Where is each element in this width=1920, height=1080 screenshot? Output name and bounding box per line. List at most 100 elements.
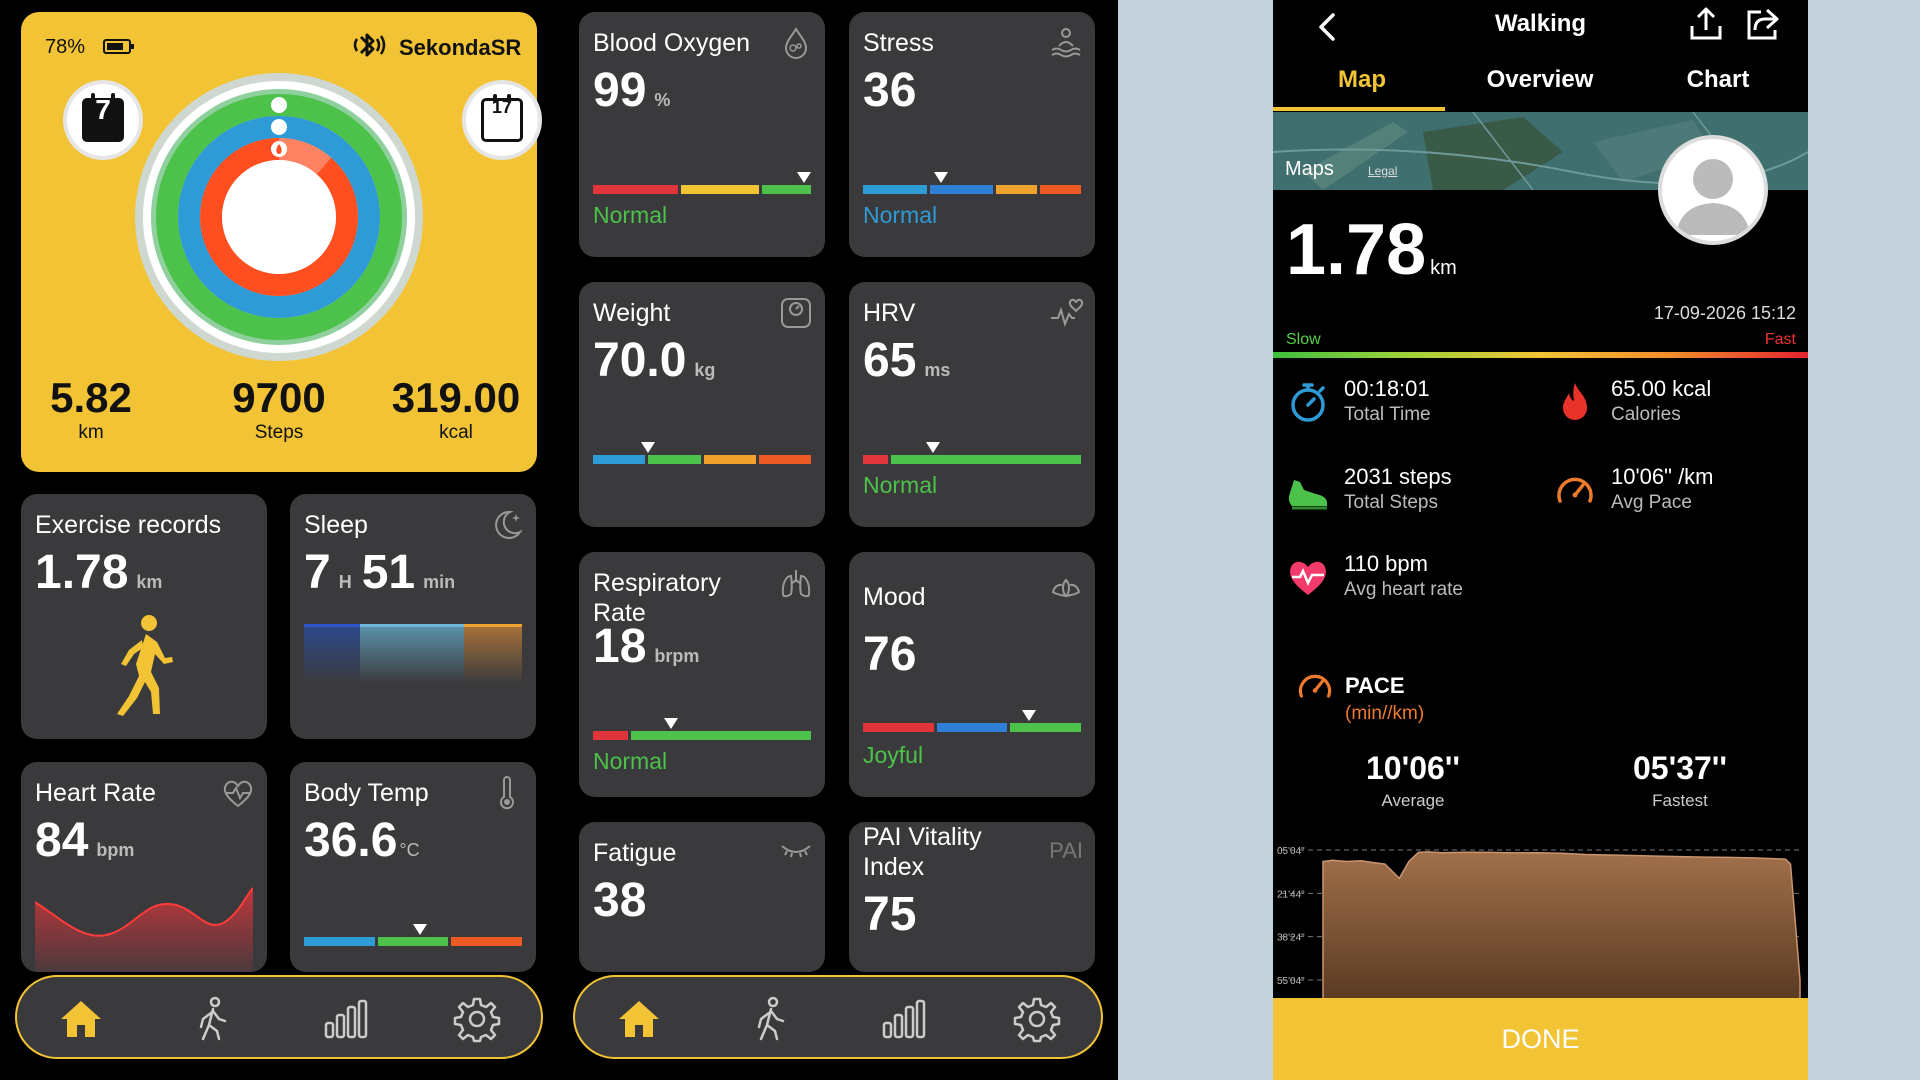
card-title: Fatigue <box>593 839 677 867</box>
steps-stat: 9700 Steps <box>209 374 349 444</box>
tab-map[interactable]: Map <box>1273 66 1451 94</box>
sleep-stage-deep <box>304 624 360 684</box>
respiratory-rate-card[interactable]: Respiratory Rate 18 brpm Normal <box>579 552 825 797</box>
settings-gear-icon[interactable] <box>453 995 501 1043</box>
home-icon[interactable] <box>57 995 105 1043</box>
blood-oxygen-marker <box>797 172 812 183</box>
heart-rate-value: 84 bpm <box>35 814 135 867</box>
pace-y-tick-label: 55'04" <box>1277 976 1305 987</box>
fatigue-card[interactable]: Fatigue 38 <box>579 822 825 972</box>
speed-gradient-bar <box>1273 352 1808 358</box>
avg-pace-value: 10'06" /km <box>1611 464 1714 489</box>
distance-unit: km <box>78 422 104 443</box>
upload-share-icon[interactable] <box>1688 6 1724 42</box>
pai-vitality-card[interactable]: PAI Vitality Index PAI 75 <box>849 822 1095 972</box>
maps-legal-link[interactable]: Legal <box>1368 164 1397 178</box>
total-steps-value: 2031 steps <box>1344 464 1452 489</box>
heart-rate-card[interactable]: Heart Rate 84 bpm <box>21 762 267 972</box>
card-title: Mood <box>863 583 926 611</box>
home-icon[interactable] <box>615 995 663 1043</box>
sleep-stage-awake <box>464 624 522 684</box>
bluetooth-icon <box>353 33 386 57</box>
water-drop-icon <box>784 27 808 59</box>
walk-datetime: 17-09-2026 15:12 <box>1653 303 1796 323</box>
tab-overview[interactable]: Overview <box>1451 66 1629 94</box>
user-silhouette-icon <box>1676 159 1750 235</box>
body-temp-value: 36.6 °C <box>304 814 420 867</box>
activity-summary-card[interactable]: 78% SekondaSR 7 17 5.82 km 9700 Steps 31… <box>21 12 538 472</box>
respiratory-value: 18 brpm <box>593 620 700 673</box>
settings-gear-icon[interactable] <box>1013 995 1061 1043</box>
exercise-records-card[interactable]: Exercise records 1.78 km <box>21 494 267 739</box>
distance-ring-icon <box>271 119 287 135</box>
calories-stat: 319.00 kcal <box>376 374 536 444</box>
flame-icon <box>1563 383 1587 420</box>
walking-header: Walking Map Overview Chart <box>1273 0 1808 112</box>
heart-rate-wave <box>35 887 253 972</box>
heart-pulse-icon <box>223 780 253 808</box>
bottom-nav-bar <box>15 975 543 1059</box>
total-time-label: Total Time <box>1344 404 1431 425</box>
pace-area-chart: 05'04" 21'44" 38'24" 55'04" <box>1277 846 1801 1000</box>
mood-status: Joyful <box>863 742 924 768</box>
avg-heart-rate-value: 110 bpm <box>1344 551 1428 576</box>
forward-share-icon[interactable] <box>1745 6 1781 42</box>
stress-value: 36 <box>863 64 917 117</box>
sleep-value: 7 H 51 min <box>304 546 456 599</box>
pace-y-tick-label: 21'44" <box>1277 889 1305 900</box>
stats-chart-icon[interactable] <box>322 995 370 1043</box>
calendar-month-day-label: 17 <box>491 97 513 117</box>
sleep-card[interactable]: Sleep 7 H 51 min <box>290 494 536 739</box>
hrv-card[interactable]: HRV 65 ms Normal <box>849 282 1095 527</box>
pai-icon: PAI <box>1049 838 1083 863</box>
heart-wave-icon <box>1051 298 1083 328</box>
monthly-calendar-button[interactable]: 17 <box>466 84 538 156</box>
stress-card[interactable]: Stress 36 Normal <box>849 12 1095 257</box>
pace-fastest-value: 05'37'' <box>1632 750 1727 786</box>
runner-icon <box>117 615 173 716</box>
dashboard-panel-middle: Blood Oxygen 99% Normal Stress 36 Normal… <box>558 0 1118 1080</box>
fatigue-value: 38 <box>593 874 647 927</box>
pace-gauge-icon <box>1298 674 1332 698</box>
pace-section-title: PACE <box>1345 673 1405 698</box>
mood-value: 76 <box>863 628 917 681</box>
mood-card[interactable]: Mood 76 Joyful <box>849 552 1095 797</box>
steps-value: 9700 <box>232 374 326 421</box>
speedometer-icon <box>1557 477 1593 503</box>
body-temp-card[interactable]: Body Temp 36.6 °C <box>290 762 536 972</box>
calories-unit: kcal <box>439 422 473 443</box>
exercise-value: 1.78 km <box>35 546 163 599</box>
view-tabs: Map Overview Chart <box>1273 62 1808 112</box>
card-title: Sleep <box>304 511 368 539</box>
pace-area-series <box>1322 851 1801 1000</box>
blood-oxygen-card[interactable]: Blood Oxygen 99% Normal <box>579 12 825 257</box>
weight-card[interactable]: Weight 70.0 kg <box>579 282 825 527</box>
card-title: Weight <box>593 299 671 327</box>
sleep-stages-chart <box>304 624 522 684</box>
activity-rings <box>135 73 423 361</box>
walk-icon[interactable] <box>747 995 795 1043</box>
stats-chart-icon[interactable] <box>880 995 928 1043</box>
avg-pace-label: Avg Pace <box>1611 492 1692 513</box>
calories-label: Calories <box>1611 404 1681 425</box>
distance-stat: 5.82 km <box>31 374 151 444</box>
mood-marker <box>1021 710 1036 721</box>
distance-value: 5.82 <box>50 374 132 421</box>
body-temp-bar <box>304 937 523 946</box>
tab-chart[interactable]: Chart <box>1629 66 1807 94</box>
avatar[interactable] <box>1658 135 1768 245</box>
done-button[interactable]: DONE <box>1273 998 1808 1080</box>
lotus-icon <box>1051 578 1081 598</box>
maps-brand: Maps <box>1285 158 1334 180</box>
lungs-icon <box>781 570 811 598</box>
dashboard-panel-left: 78% SekondaSR 7 17 5.82 km 9700 Steps 31… <box>0 0 558 1080</box>
card-title: Stress <box>863 29 934 57</box>
walk-icon[interactable] <box>189 995 237 1043</box>
weight-value: 70.0 kg <box>593 334 716 387</box>
heartbeat-icon <box>1290 561 1326 595</box>
hrv-marker <box>925 442 940 453</box>
total-steps-label: Total Steps <box>1344 492 1438 513</box>
pace-average-label: Average <box>1381 791 1445 810</box>
moon-icon <box>495 510 523 539</box>
card-title: Heart Rate <box>35 779 156 807</box>
